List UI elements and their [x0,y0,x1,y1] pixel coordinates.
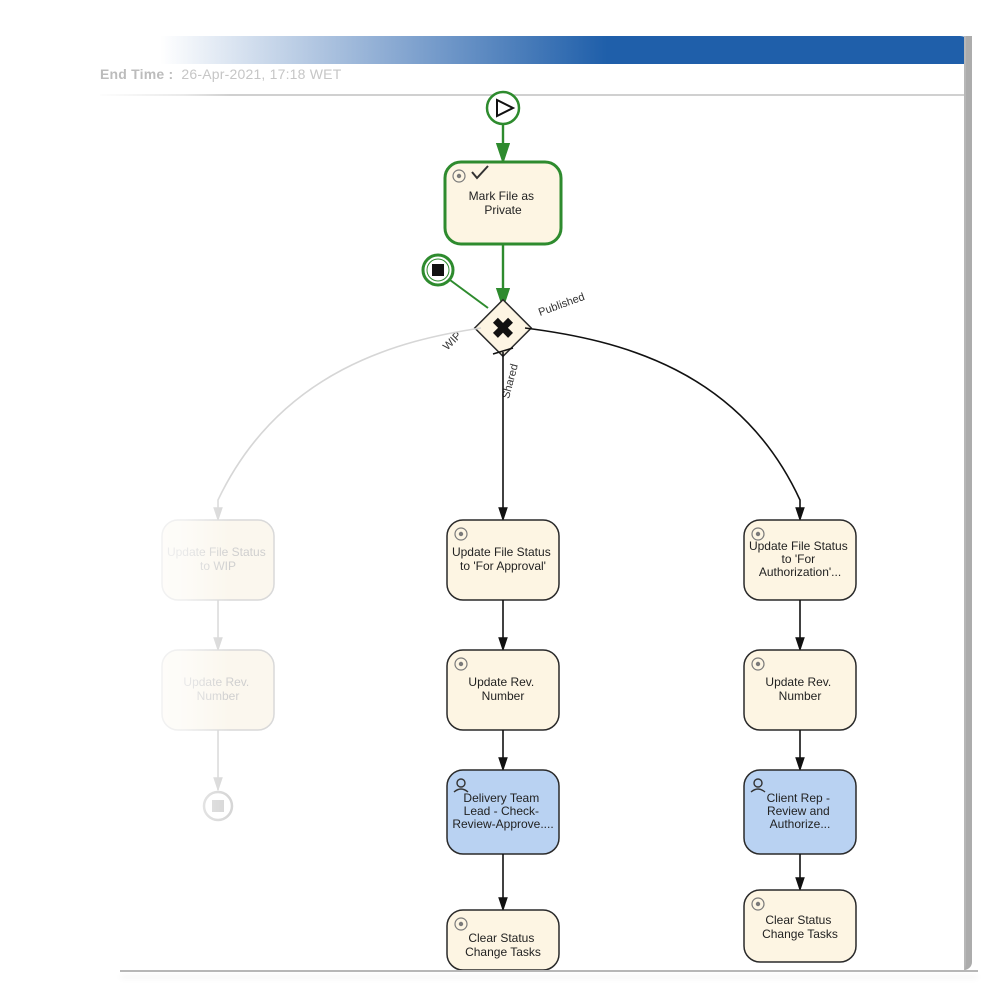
task-mark-file-private[interactable]: Mark File as Private [445,162,561,244]
task-pub-update-status[interactable]: Update File Status to 'For Authorization… [744,520,856,600]
task-shared-clear[interactable]: Clear Status Change Tasks [447,910,559,970]
task-shared-update-rev[interactable]: Update Rev. Number [447,650,559,730]
task-pub-update-rev[interactable]: Update Rev. Number [744,650,856,730]
stage: End Time : 26-Apr-2021, 17:18 WET [0,0,1000,1000]
task-pub-review[interactable]: Client Rep - Review and Authorize... [744,770,856,854]
titlebar-gradient [160,36,972,64]
svg-text:Update File Status to: Update File Status to 'For Approval' [452,545,554,573]
bpmn-diagram[interactable]: Mark File as Private Mark File as Privat… [100,90,966,970]
edge-gateway-to-published [525,328,800,520]
branch-label-published: Published [537,291,587,319]
task-wip-update-rev[interactable]: Update Rev. Number [162,650,274,730]
exclusive-gateway[interactable]: ✖ [475,300,532,357]
task-shared-review[interactable]: Delivery Team Lead - Check- Review-Appro… [447,770,559,854]
end-time-value: 26-Apr-2021, 17:18 WET [181,66,341,82]
svg-text:Clear Status Change Ta: Clear Status Change Tasks [465,931,541,959]
svg-text:✖: ✖ [491,313,514,344]
svg-text:Clear Status Change Ta: Clear Status Change Tasks [762,913,838,941]
task-pub-clear[interactable]: Clear Status Change Tasks [744,890,856,962]
task-wip-update-status[interactable]: Update File Status to WIP [162,520,274,600]
start-event[interactable] [487,92,519,124]
end-time-label: End Time : [100,66,173,82]
terminate-end-event[interactable] [423,255,488,308]
edge-gateway-to-wip [218,328,481,520]
end-event-wip[interactable] [204,792,232,820]
svg-text:Delivery Team Lead - C: Delivery Team Lead - Check- Review-Appro… [452,791,553,831]
canvas-bottom-border [120,970,978,972]
task-shared-update-status[interactable]: Update File Status to 'For Approval' [447,520,559,600]
svg-text:Client Rep - Review an: Client Rep - Review and Authorize... [767,791,834,831]
